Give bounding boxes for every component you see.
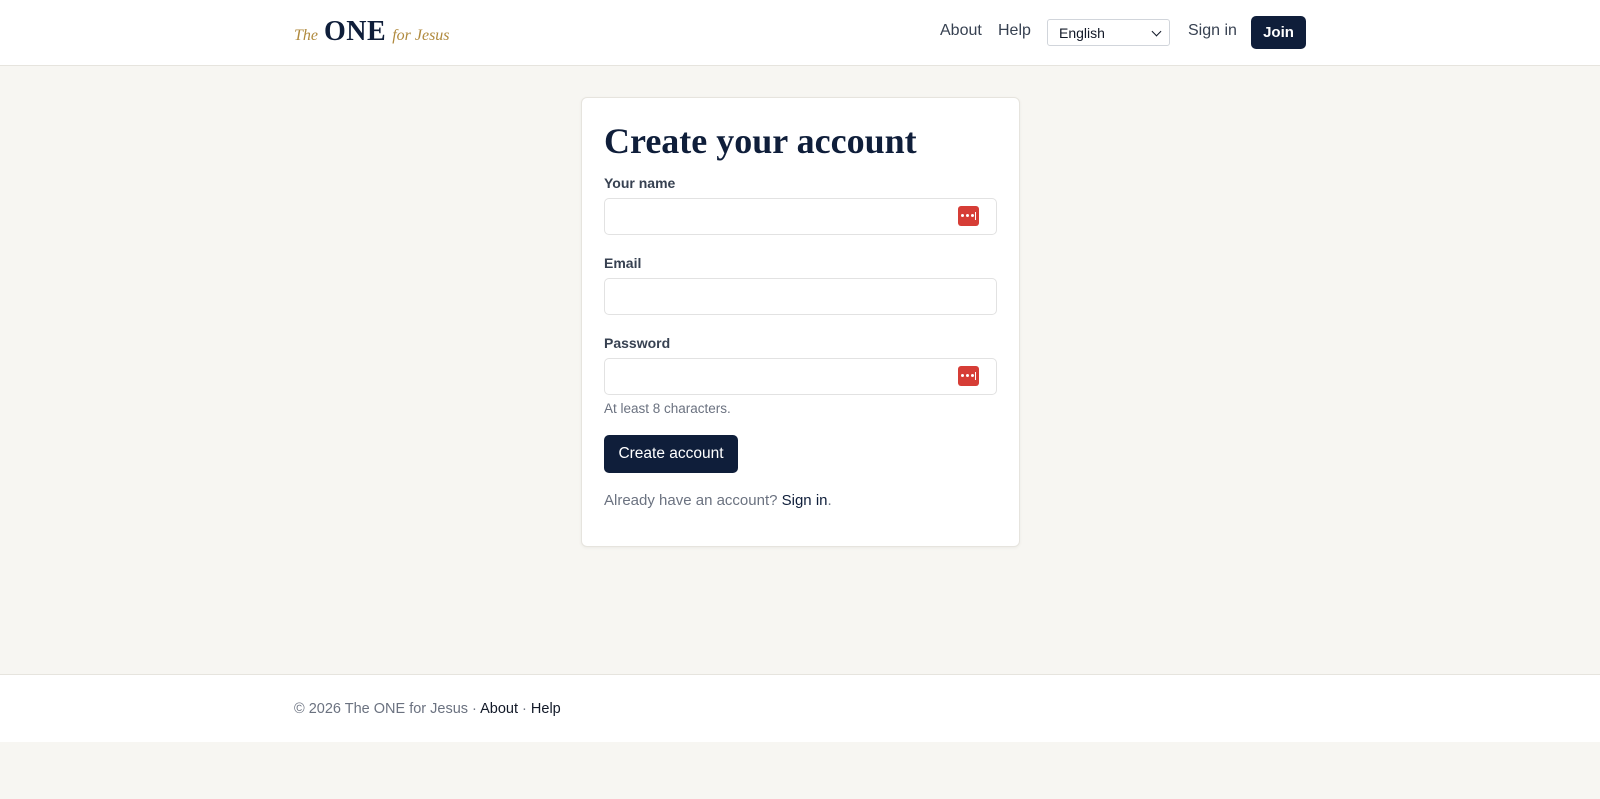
footer-text: © 2026 The ONE for Jesus · About · Help (294, 701, 561, 717)
email-label: Email (604, 255, 642, 271)
site-footer: © 2026 The ONE for Jesus · About · Help (0, 674, 1600, 742)
logo-the: The (294, 27, 318, 44)
footer-about-link[interactable]: About (480, 701, 518, 717)
name-input[interactable] (604, 198, 997, 235)
site-logo[interactable]: The ONE for Jesus (294, 16, 450, 50)
language-selected-value: English (1059, 25, 1105, 41)
password-manager-icon[interactable] (958, 206, 979, 226)
footer-copyright: © 2026 The ONE for Jesus (294, 701, 469, 717)
chevron-down-icon (1151, 26, 1162, 37)
password-label: Password (604, 335, 671, 351)
page-title: Create your account (604, 121, 917, 161)
join-button[interactable]: Join (1251, 16, 1306, 49)
footer-separator: · (468, 701, 481, 717)
signin-prompt-text: Already have an account? (604, 492, 778, 509)
create-account-button[interactable]: Create account (604, 435, 738, 473)
site-header: The ONE for Jesus About Help English Sig… (0, 0, 1600, 66)
signin-prompt: Already have an account? Sign in. (604, 492, 832, 509)
signup-card: Create your account Your name Email Pass… (581, 97, 1020, 547)
password-input[interactable] (604, 358, 997, 395)
password-manager-icon[interactable] (958, 366, 979, 386)
name-label: Your name (604, 175, 676, 191)
logo-one: ONE (324, 16, 387, 47)
nav-help-link[interactable]: Help (998, 22, 1031, 40)
footer-help-link[interactable]: Help (531, 701, 561, 717)
password-hint: At least 8 characters. (604, 401, 731, 416)
language-select[interactable]: English (1047, 19, 1170, 46)
nav-sign-in-link[interactable]: Sign in (1188, 22, 1237, 40)
logo-for-jesus: for Jesus (392, 27, 450, 44)
footer-separator: · (518, 701, 531, 717)
signin-link[interactable]: Sign in (782, 492, 828, 509)
signin-suffix: . (827, 492, 832, 509)
nav-about-link[interactable]: About (940, 22, 982, 40)
email-input[interactable] (604, 278, 997, 315)
